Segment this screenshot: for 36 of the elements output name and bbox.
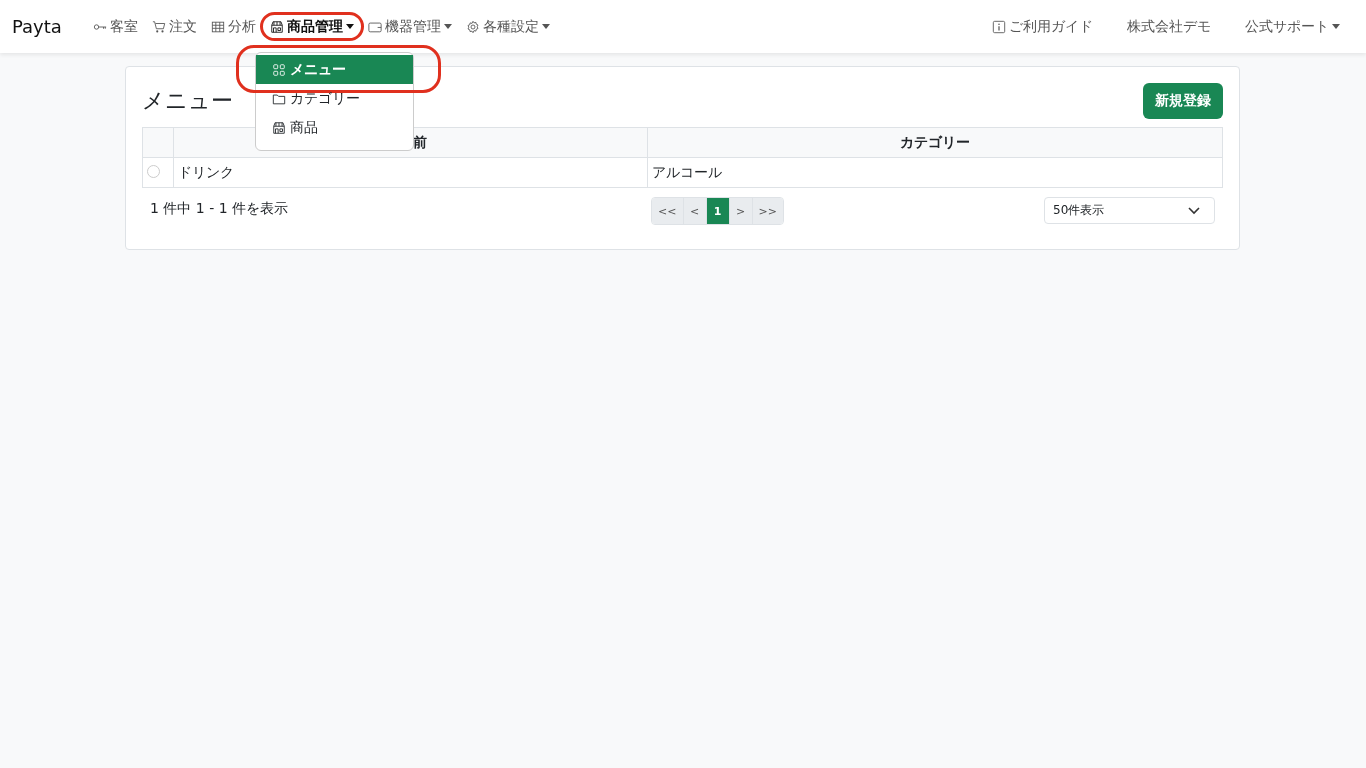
nav-link[interactable]: 商品管理 <box>262 17 361 36</box>
column-header: 前 <box>413 133 428 150</box>
brand-logo[interactable]: Payta <box>12 16 62 37</box>
wallet-icon <box>367 19 382 34</box>
shop-icon <box>269 19 284 34</box>
chevron-down-icon <box>1188 206 1200 215</box>
settings-icon <box>465 19 480 34</box>
nav-link[interactable]: ご利用ガイド <box>978 17 1107 36</box>
cart-icon <box>151 19 166 34</box>
page-button[interactable]: 1 <box>706 198 730 224</box>
menu-item[interactable]: カテゴリー <box>255 84 413 113</box>
nav-link[interactable]: 機器管理 <box>360 17 459 36</box>
nav-link[interactable]: 株式会社デモ <box>1113 17 1225 36</box>
table-cell: アルコール <box>651 163 722 180</box>
result-summary: 1 件中 1 - 1 件を表示 <box>149 199 290 218</box>
table-icon <box>210 19 225 34</box>
grid-icon <box>271 62 286 77</box>
nav-link[interactable]: 注文 <box>144 17 204 36</box>
page-title: メニュー <box>142 87 233 115</box>
menu-item[interactable]: 商品 <box>255 113 413 142</box>
table-cell: ドリンク <box>178 163 234 180</box>
nav-link[interactable]: 公式サポート <box>1231 17 1354 36</box>
page-size-select[interactable]: 50件表示 <box>1044 197 1215 224</box>
shop-icon <box>271 120 286 135</box>
new-button[interactable]: 新規登録 <box>1143 83 1223 119</box>
nav-link[interactable]: 各種設定 <box>458 17 557 36</box>
menu-item[interactable]: メニュー <box>255 55 413 84</box>
column-header: カテゴリー <box>899 133 970 150</box>
folder-icon <box>271 91 286 106</box>
info-icon <box>992 19 1006 34</box>
nav-link[interactable]: 客室 <box>85 17 145 36</box>
page-button[interactable]: > <box>729 198 753 224</box>
page-button[interactable]: << <box>652 198 684 224</box>
page-button[interactable]: < <box>683 198 707 224</box>
page-button[interactable]: >> <box>752 198 783 224</box>
nav-link[interactable]: 分析 <box>203 17 263 36</box>
